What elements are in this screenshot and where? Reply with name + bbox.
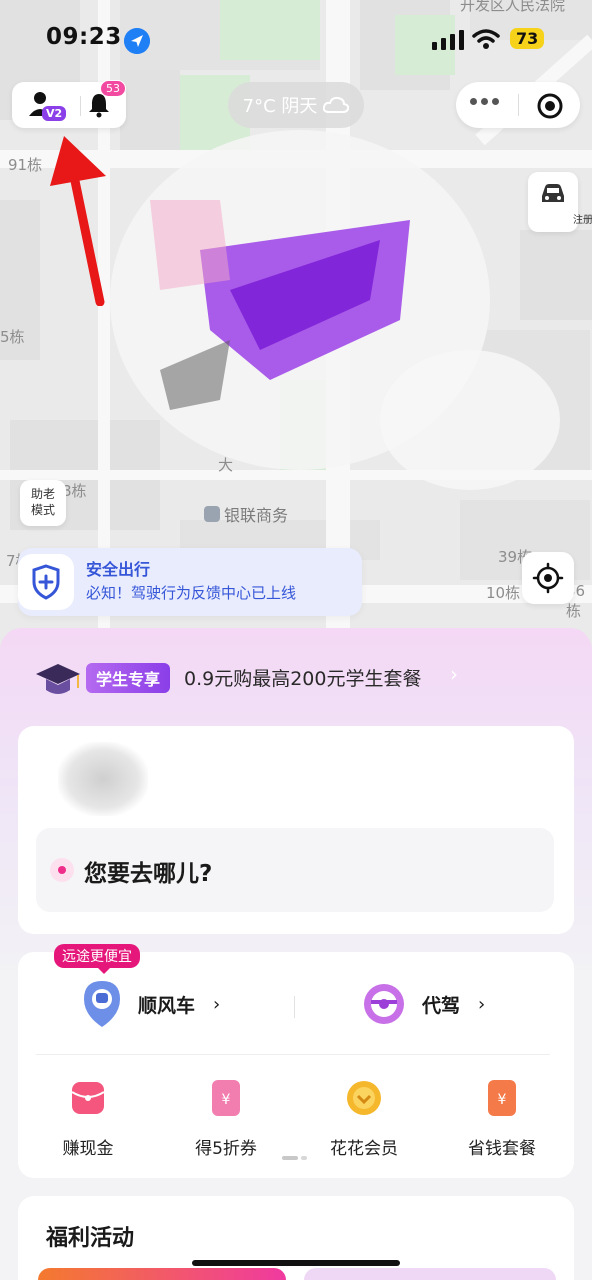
hitch-ride-icon xyxy=(84,981,120,1027)
page-indicator xyxy=(282,1156,307,1160)
student-banner[interactable]: 学生专享 0.9元购最高200元学生套餐 › xyxy=(34,656,574,700)
coin-icon xyxy=(347,1081,381,1115)
welfare-title: 福利活动 xyxy=(46,1226,135,1251)
savings-package-icon: ¥ xyxy=(488,1080,516,1116)
service-hitch-label: 顺风车 xyxy=(138,994,196,1017)
mini-service-label: 得5折券 xyxy=(195,1139,257,1159)
scan-target-icon[interactable] xyxy=(536,92,564,120)
svg-text:¥: ¥ xyxy=(498,1092,507,1108)
steering-wheel-icon xyxy=(364,984,404,1024)
bottom-sheet: 学生专享 0.9元购最高200元学生套餐 › 您要去哪儿? 远途更便宜 顺风车 … xyxy=(0,628,592,1280)
status-time: 09:23 xyxy=(46,24,122,50)
location-arrow-icon xyxy=(124,28,150,54)
welfare-tile[interactable] xyxy=(38,1268,286,1280)
mini-service-package[interactable]: ¥ 省钱套餐 xyxy=(442,1078,562,1159)
cellular-signal-icon xyxy=(432,30,464,50)
destination-card: 您要去哪儿? xyxy=(18,726,574,934)
map-label-bldg10: 10栋 xyxy=(486,584,521,602)
destination-dot-icon xyxy=(50,858,74,882)
student-offer-text: 0.9元购最高200元学生套餐 xyxy=(184,668,422,690)
register-driver-label: 注册司机 xyxy=(573,215,592,226)
shield-icon-box xyxy=(18,554,74,610)
welfare-section: 福利活动 xyxy=(18,1196,574,1280)
home-indicator[interactable] xyxy=(192,1260,400,1266)
elder-mode-button[interactable]: 助老模式 xyxy=(20,480,66,526)
services-divider xyxy=(36,1054,550,1055)
service-divider xyxy=(294,996,295,1018)
locate-me-button[interactable] xyxy=(522,552,574,604)
safety-subtitle: 必知！驾驶行为反馈中心已上线 xyxy=(86,584,297,602)
crosshair-icon xyxy=(532,562,564,594)
destination-input[interactable]: 您要去哪儿? xyxy=(36,828,554,912)
graduation-cap-icon xyxy=(36,664,80,694)
map-poi[interactable]: 银联商务 xyxy=(204,502,288,526)
service-designated-driver-button[interactable]: 代驾 › xyxy=(360,976,485,1032)
annotation-arrow xyxy=(50,136,106,306)
top-right-pill xyxy=(456,82,580,128)
welfare-tile[interactable] xyxy=(304,1268,556,1280)
coupon-icon: ¥ xyxy=(212,1080,240,1116)
pill-divider xyxy=(518,94,519,116)
chevron-right-icon: › xyxy=(478,993,486,1015)
cloud-icon xyxy=(323,96,350,113)
weather-pill[interactable]: 7°C 阴天 xyxy=(228,82,364,128)
mini-service-label: 花花会员 xyxy=(330,1139,398,1159)
promo-tag: 远途更便宜 xyxy=(54,944,140,974)
map-label-bldg91: 91栋 xyxy=(8,156,43,174)
mini-service-cash[interactable]: 赚现金 xyxy=(28,1078,148,1159)
battery-indicator: 73 xyxy=(510,28,545,49)
safety-title: 安全出行 xyxy=(86,560,151,579)
car-icon xyxy=(542,184,564,202)
profile-notification-pill: V2 53 xyxy=(12,80,126,128)
svg-text:¥: ¥ xyxy=(222,1092,231,1108)
building-icon xyxy=(204,506,220,522)
wifi-icon xyxy=(472,29,500,49)
mini-service-coupon[interactable]: ¥ 得5折券 xyxy=(166,1078,286,1159)
red-envelope-icon xyxy=(71,1082,105,1114)
map-label-da: 大 xyxy=(218,456,234,474)
status-bar: 09:23 73 xyxy=(0,22,592,58)
member-level-badge: V2 xyxy=(42,106,67,121)
elder-mode-label: 助老模式 xyxy=(30,487,55,517)
mini-service-label: 省钱套餐 xyxy=(468,1139,536,1159)
student-tag: 学生专享 xyxy=(86,663,171,693)
shield-icon xyxy=(32,564,60,600)
map-label-court: 开发区人民法院 xyxy=(460,0,566,14)
pill-divider xyxy=(80,96,81,116)
chevron-right-icon: › xyxy=(213,993,221,1015)
services-card: 远途更便宜 顺风车 › 代驾 › 赚现金 ¥ 得5折券 花花会员 ¥ 省钱套餐 xyxy=(18,944,574,1178)
weather-text: 7°C 阴天 xyxy=(242,96,318,117)
register-driver-button[interactable]: 注册司机 xyxy=(528,172,592,232)
more-options-icon[interactable] xyxy=(470,98,499,105)
service-hitch-button[interactable]: 顺风车 › xyxy=(80,976,220,1032)
chevron-right-icon: › xyxy=(450,662,458,686)
safety-banner[interactable]: 安全出行 必知！驾驶行为反馈中心已上线 xyxy=(18,548,362,616)
mini-service-membership[interactable]: 花花会员 xyxy=(304,1078,424,1159)
destination-placeholder: 您要去哪儿? xyxy=(84,861,213,887)
mini-service-label: 赚现金 xyxy=(62,1139,114,1159)
redacted-area xyxy=(58,742,148,816)
map-label-bldg5: 5栋 xyxy=(0,328,25,346)
map-poi-label: 银联商务 xyxy=(224,506,289,525)
service-driver-label: 代驾 xyxy=(422,994,461,1017)
notification-count-badge: 53 xyxy=(100,80,126,97)
